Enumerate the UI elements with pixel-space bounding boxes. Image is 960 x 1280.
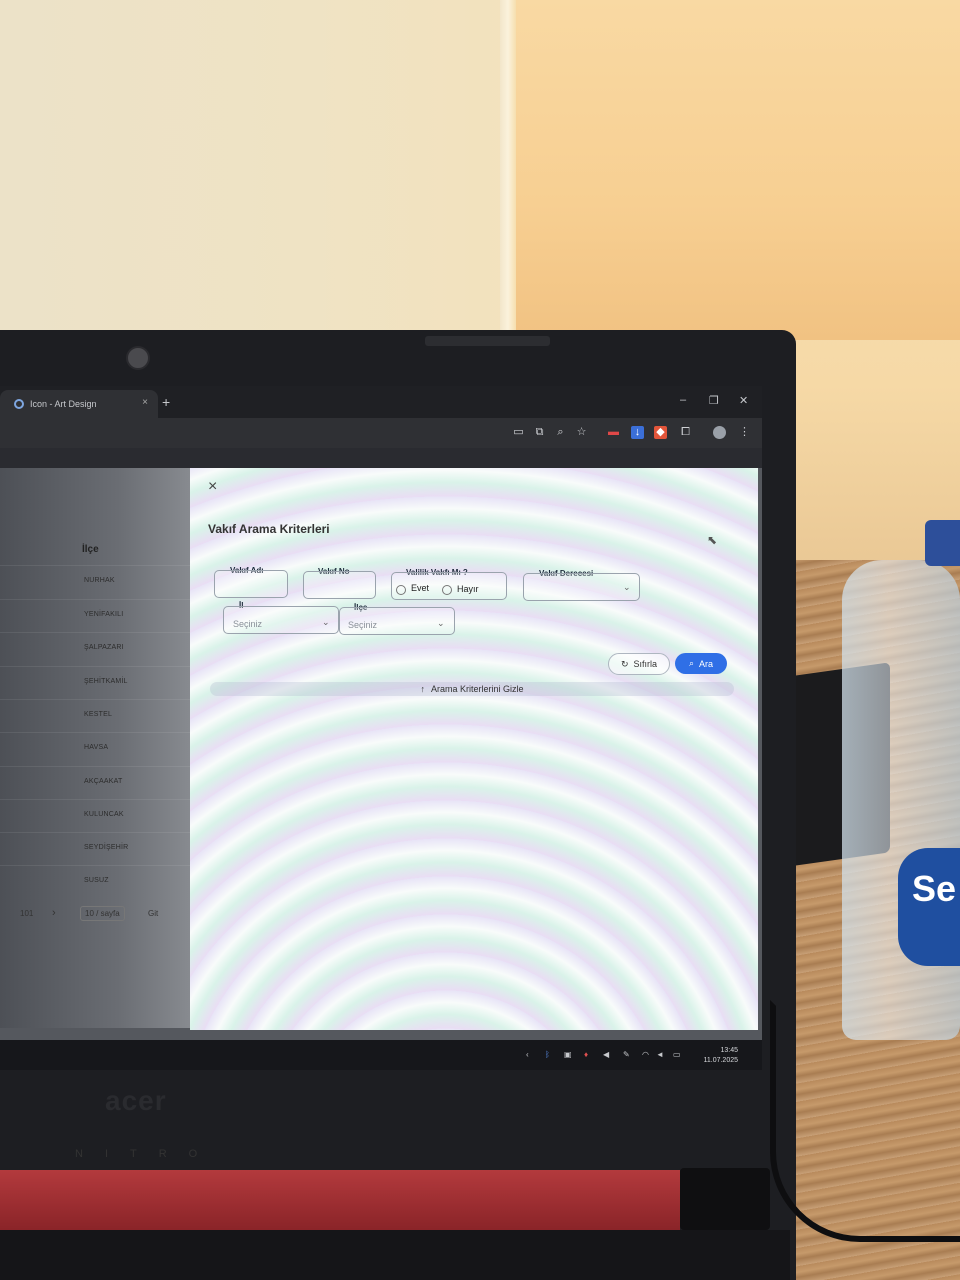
table-row[interactable]: ŞEHİTKAMİL [0, 666, 192, 700]
cast-icon[interactable]: ▭ [512, 426, 525, 439]
search-button[interactable]: ⌕ Ara [675, 653, 727, 674]
wifi-icon[interactable]: ◠ [642, 1050, 649, 1059]
search-icon: ⌕ [688, 658, 695, 668]
table-row[interactable]: KULUNCAK [0, 799, 192, 833]
clock-date: 11.07.2025 [703, 1057, 738, 1064]
cell-ilce: HAVSA [84, 744, 109, 751]
browser-tab[interactable]: Icon - Art Design × [0, 390, 158, 418]
hayir-radio[interactable] [442, 585, 452, 595]
bottle-label-text: Se [912, 868, 957, 909]
page-size-select[interactable]: 10 / sayfa [80, 906, 125, 921]
reset-button-label: Sıfırla [633, 659, 658, 669]
vakif-no-input[interactable] [303, 571, 376, 599]
cell-ilce: KULUNCAK [84, 811, 124, 818]
search-criteria-drawer: × Vakıf Arama Kriterleri Vakıf Adı Vakıf… [190, 468, 758, 1030]
wall-seam [500, 0, 516, 340]
browser-toolbar: ▭ ⧉ ⌕ ☆ ▬ ↓ ◆ ⧠ ⋮ [0, 418, 762, 448]
cell-ilce: AKÇAAKAT [84, 778, 123, 785]
browser-tab-bar: Icon - Art Design × + – ❐ ✕ [0, 386, 762, 418]
extensions-icon[interactable]: ⧠ [679, 426, 692, 439]
new-tab-button[interactable]: + [162, 394, 170, 410]
bluetooth-icon[interactable]: ᛒ [545, 1050, 550, 1059]
tray-chevron-icon[interactable]: ‹ [526, 1050, 529, 1059]
cell-ilce: SEYDİŞEHİR [84, 844, 129, 851]
page-number-last[interactable]: 101 [20, 909, 33, 918]
vakif-adi-input[interactable] [214, 570, 288, 598]
table-row[interactable]: KESTEL [0, 699, 192, 733]
mouse-cursor-icon: ⬉ [707, 533, 718, 547]
wall-background [0, 0, 515, 340]
drawer-title: Vakıf Arama Kriterleri [208, 522, 330, 536]
laptop-base [0, 1230, 790, 1280]
evet-radio[interactable] [396, 585, 406, 595]
restore-button[interactable]: ❐ [709, 394, 719, 407]
laptop-screen: Icon - Art Design × + – ❐ ✕ ▭ ⧉ ⌕ ☆ ▬ ↓ … [0, 386, 762, 1070]
next-page-icon[interactable]: › [52, 907, 56, 919]
goto-label: Git [148, 909, 159, 918]
wall-background-lit [515, 0, 960, 340]
bottle-cap [925, 520, 960, 566]
webcam [126, 346, 150, 370]
star-icon[interactable]: ☆ [575, 426, 588, 439]
nitro-logo: NITRO [75, 1148, 220, 1160]
water-bottle [842, 560, 960, 1040]
table-row[interactable]: SEYDİŞEHİR [0, 832, 192, 866]
tab-close-icon[interactable]: × [142, 397, 148, 408]
close-icon[interactable]: × [208, 478, 217, 496]
cell-ilce: ŞEHİTKAMİL [84, 678, 128, 685]
volume-icon[interactable]: ◄ [656, 1050, 664, 1059]
extension-red-icon[interactable]: ▬ [607, 426, 620, 439]
minimize-button[interactable]: – [680, 394, 686, 406]
clock-time: 13:45 [720, 1047, 738, 1054]
hayir-label: Hayır [457, 584, 479, 594]
search-button-label: Ara [699, 658, 714, 669]
chevron-down-icon: ⌄ [322, 617, 330, 627]
ilce-placeholder: Seçiniz [348, 620, 378, 630]
refresh-icon: ↻ [620, 658, 629, 669]
table-row[interactable]: NURHAK [0, 565, 192, 599]
table-row[interactable]: SUSUZ [0, 865, 192, 899]
hide-criteria-toggle[interactable]: ↑ Arama Kriterlerini Gizle [210, 682, 734, 696]
results-table: İlçe NURHAK YENİFAKILI ŞALPAZARI ŞEHİTKA… [0, 468, 196, 1028]
close-window-button[interactable]: ✕ [739, 394, 748, 407]
translate-icon[interactable]: ⧉ [533, 426, 546, 439]
reset-button[interactable]: ↻ Sıfırla [608, 653, 670, 675]
pagination: 101 › 10 / sayfa Git [0, 902, 196, 926]
cell-ilce: KESTEL [84, 711, 113, 718]
web-page: İlçe NURHAK YENİFAKILI ŞALPAZARI ŞEHİTKA… [0, 468, 762, 1040]
table-row[interactable]: YENİFAKILI [0, 599, 192, 633]
extension-blue-icon[interactable]: ↓ [631, 426, 644, 439]
chevron-down-icon: ⌄ [623, 582, 631, 592]
megaphone-icon[interactable]: ◀ [603, 1050, 609, 1059]
profile-icon[interactable] [713, 426, 726, 439]
tab-title: Icon - Art Design [30, 399, 97, 409]
cell-ilce: NURHAK [84, 577, 115, 584]
hide-criteria-label: Arama Kriterlerini Gizle [430, 684, 524, 694]
taskbar-clock[interactable]: 13:45 11.07.2025 [703, 1046, 738, 1066]
laptop-hinge [680, 1168, 770, 1230]
cell-ilce: SUSUZ [84, 877, 109, 884]
evet-label: Evet [411, 583, 430, 593]
battery-icon[interactable]: ▭ [673, 1050, 681, 1059]
il-placeholder: Seçiniz [233, 619, 263, 629]
pen-icon[interactable]: ✎ [623, 1050, 630, 1059]
arrow-up-icon: ↑ [420, 684, 425, 694]
menu-icon[interactable]: ⋮ [738, 426, 751, 439]
acer-logo: acer [105, 1085, 167, 1116]
table-row[interactable]: HAVSA [0, 732, 192, 766]
extension-orange-icon[interactable]: ◆ [654, 426, 667, 439]
table-row[interactable]: AKÇAAKAT [0, 766, 192, 800]
chevron-down-icon: ⌄ [437, 618, 445, 628]
bezel-notch [425, 336, 550, 346]
cell-ilce: YENİFAKILI [84, 611, 124, 618]
column-header-ilce: İlçe [82, 544, 99, 555]
zoom-icon[interactable]: ⌕ [554, 426, 567, 439]
app-tray-icon[interactable]: ▣ [564, 1050, 572, 1059]
laptop-red-trim [0, 1170, 680, 1230]
microphone-icon[interactable]: ♦ [584, 1050, 588, 1059]
windows-taskbar: ‹ ᛒ ▣ ♦ ◀ ✎ ◠ ◄ ▭ 13:45 11.07.2025 [0, 1040, 762, 1070]
table-row[interactable]: ŞALPAZARI [0, 632, 192, 666]
cell-ilce: ŞALPAZARI [84, 644, 124, 651]
favicon-icon [14, 399, 24, 409]
